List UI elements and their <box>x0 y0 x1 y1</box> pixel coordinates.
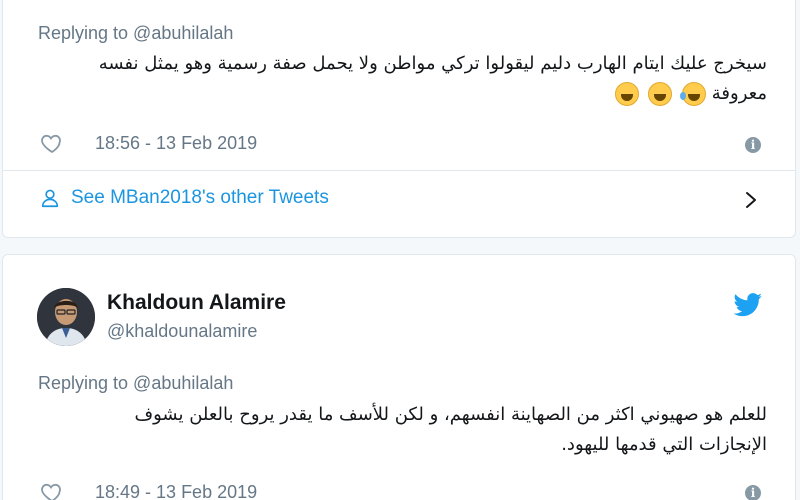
card-divider <box>3 170 795 171</box>
tweet-card-khaldounalamire: Khaldoun Alamire @khaldounalamire Replyi… <box>2 254 796 500</box>
face-with-tears-of-joy-icon <box>680 82 707 106</box>
grinning-face-icon <box>614 82 639 106</box>
chevron-right-icon[interactable] <box>743 191 759 209</box>
tweet-text-line-2: معروفة <box>37 79 767 109</box>
embedded-tweets-page: Replying to @abuhilalah سيخرج عليك ايتام… <box>0 0 800 500</box>
avatar-image <box>37 288 95 346</box>
tweet-text: للعلم هو صهيوني اكثر من الصهاينة انفسهم،… <box>37 400 767 460</box>
person-icon <box>41 189 59 208</box>
tweet-timestamp[interactable]: 18:56 - 13 Feb 2019 <box>95 133 257 154</box>
grinning-squinting-face-icon <box>648 82 673 106</box>
tweet-meta: 18:49 - 13 Feb 2019 <box>39 478 257 500</box>
avatar[interactable] <box>37 288 95 346</box>
see-other-tweets-label: See MBan2018's other Tweets <box>71 187 329 208</box>
tweet-card-mban2018: Replying to @abuhilalah سيخرج عليك ايتام… <box>2 0 796 238</box>
tweet-text-line-1: للعلم هو صهيوني اكثر من الصهاينة انفسهم،… <box>134 404 767 425</box>
author-handle[interactable]: @khaldounalamire <box>107 321 257 342</box>
tweet-timestamp[interactable]: 18:49 - 13 Feb 2019 <box>95 482 257 500</box>
heart-icon[interactable] <box>39 480 65 500</box>
info-icon[interactable]: i <box>745 137 761 153</box>
tweet-text-line-2-text: معروفة <box>711 83 767 104</box>
author-name[interactable]: Khaldoun Alamire <box>107 291 286 315</box>
replying-to-label[interactable]: Replying to @abuhilalah <box>38 373 233 394</box>
tweet-text: سيخرج عليك ايتام الهارب دليم ليقولوا ترك… <box>37 49 767 109</box>
replying-to-label[interactable]: Replying to @abuhilalah <box>38 23 233 44</box>
info-icon[interactable]: i <box>745 485 761 500</box>
tweet-text-line-2: الإنجازات التي قدمها لليهود. <box>561 434 767 455</box>
heart-icon[interactable] <box>39 131 65 155</box>
tweet-text-line-1: سيخرج عليك ايتام الهارب دليم ليقولوا ترك… <box>98 53 767 74</box>
twitter-bird-icon[interactable] <box>733 293 763 317</box>
see-other-tweets-link[interactable]: See MBan2018's other Tweets <box>39 187 329 209</box>
tweet-meta: 18:56 - 13 Feb 2019 <box>39 129 257 157</box>
